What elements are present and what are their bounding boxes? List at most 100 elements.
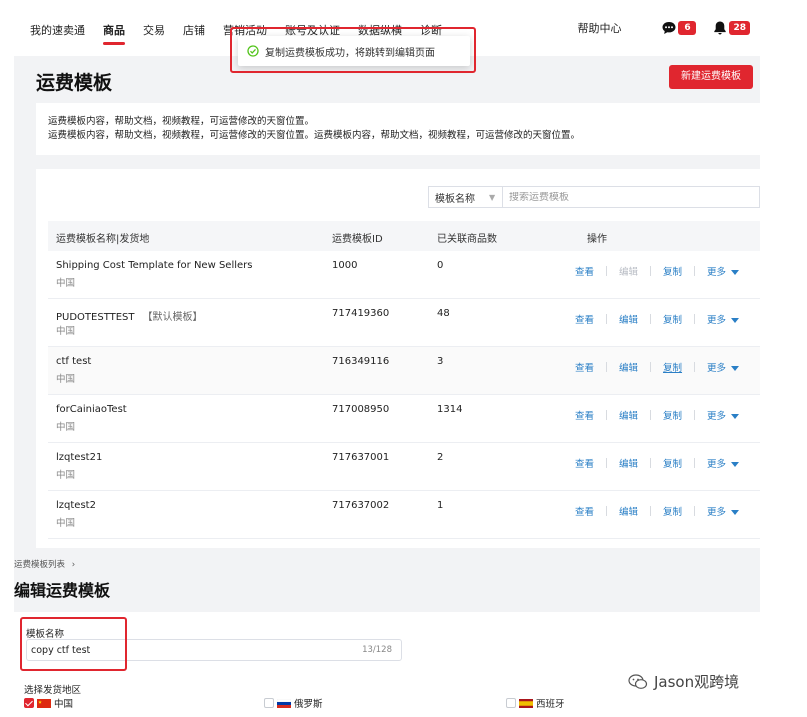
more-actions-button[interactable]: 更多 xyxy=(707,456,740,470)
watermark: Jason观跨境 xyxy=(628,671,739,692)
help-center-link[interactable]: 帮助中心 xyxy=(577,20,621,36)
action-divider xyxy=(606,266,608,276)
template-id: 717419360 xyxy=(332,308,390,319)
chevron-down-icon xyxy=(731,510,740,515)
ship-from-location: 中国 xyxy=(56,518,76,529)
copy-button[interactable]: 复制 xyxy=(663,408,682,422)
template-name: lzqtest21 xyxy=(56,452,103,463)
edit-button[interactable]: 编辑 xyxy=(619,504,638,518)
table-row: forCainiaoTest 中国 717008950 1314 查看 编辑 复… xyxy=(48,395,760,443)
chevron-down-icon xyxy=(731,414,740,419)
action-divider xyxy=(606,362,608,372)
more-actions-button[interactable]: 更多 xyxy=(707,408,740,422)
view-button[interactable]: 查看 xyxy=(575,264,594,278)
more-actions-button[interactable]: 更多 xyxy=(707,504,740,518)
row-actions: 查看 编辑 复制 更多 xyxy=(575,504,740,518)
row-actions: 查看 编辑 复制 更多 xyxy=(575,456,740,470)
edit-button: 编辑 xyxy=(619,267,639,278)
message-count-badge: 6 xyxy=(678,21,697,35)
edit-button[interactable]: 编辑 xyxy=(619,408,638,422)
action-divider xyxy=(606,506,608,516)
notice-line-1: 运费模板内容，帮助文档，视频教程，可运营修改的天窗位置。 xyxy=(48,116,315,127)
nav-item-store[interactable]: 店铺 xyxy=(183,22,205,38)
action-divider xyxy=(650,266,652,276)
highlight-box-template-name xyxy=(20,617,127,671)
edit-page-title: 编辑运费模板 xyxy=(14,581,111,600)
linked-product-count: 48 xyxy=(437,308,450,319)
action-divider xyxy=(606,458,608,468)
chevron-down-icon xyxy=(731,366,740,371)
copy-button[interactable]: 复制 xyxy=(663,456,682,470)
search-filter: 模板名称 ▼ xyxy=(428,186,760,208)
view-button[interactable]: 查看 xyxy=(575,456,594,470)
table-row: Shipping Cost Template for New Sellers 中… xyxy=(48,251,760,299)
new-template-button[interactable]: 新建运费模板 xyxy=(669,65,753,89)
nav-item-my-aliexpress[interactable]: 我的速卖通 xyxy=(30,22,85,38)
template-name: lzqtest2 xyxy=(56,500,96,511)
edit-button[interactable]: 编辑 xyxy=(619,456,638,470)
view-button[interactable]: 查看 xyxy=(575,408,594,422)
column-header-id: 运费模板ID xyxy=(332,234,383,245)
copy-button[interactable]: 复制 xyxy=(663,264,682,278)
edit-button[interactable]: 编辑 xyxy=(619,360,638,374)
region-option-china[interactable]: 中国 xyxy=(24,696,73,710)
template-list-screen: 我的速卖通 商品 交易 店铺 营销活动 账号及认证 数据纵横 诊断 帮助中心 6 xyxy=(14,0,760,548)
template-id: 717637002 xyxy=(332,500,390,511)
action-divider xyxy=(650,362,652,372)
linked-product-count: 1 xyxy=(437,500,444,511)
chevron-down-icon xyxy=(731,318,740,323)
row-actions: 查看 编辑 复制 更多 xyxy=(575,312,740,326)
search-field-select[interactable]: 模板名称 ▼ xyxy=(429,187,503,207)
ship-from-location: 中国 xyxy=(56,374,76,385)
action-divider xyxy=(694,506,696,516)
nav-item-trade[interactable]: 交易 xyxy=(143,22,165,38)
highlight-box-toast xyxy=(230,27,476,73)
bell-icon xyxy=(714,21,727,35)
action-divider xyxy=(650,410,652,420)
more-actions-button[interactable]: 更多 xyxy=(707,312,740,326)
copy-button[interactable]: 复制 xyxy=(663,312,682,326)
table-header: 运费模板名称|发货地 运费模板ID 已关联商品数 操作 xyxy=(48,221,760,251)
checkbox-checked[interactable] xyxy=(24,698,34,708)
watermark-text: Jason观跨境 xyxy=(654,673,740,691)
template-id: 717008950 xyxy=(332,404,390,415)
linked-product-count: 3 xyxy=(437,356,444,367)
template-table-card: 模板名称 ▼ 运费模板名称|发货地 运费模板ID 已关联商品数 操作 Shipp… xyxy=(36,169,760,548)
chevron-down-icon: ▼ xyxy=(489,192,496,202)
copy-button[interactable]: 复制 xyxy=(663,504,682,518)
region-option-spain[interactable]: 西班牙 xyxy=(506,696,565,710)
table-row: ctf test 中国 716349116 3 查看 编辑 复制 更多 xyxy=(48,347,760,395)
more-actions-button[interactable]: 更多 xyxy=(707,360,740,374)
template-name: forCainiaoTest xyxy=(56,404,127,415)
copy-button[interactable]: 复制 xyxy=(663,360,682,374)
view-button[interactable]: 查看 xyxy=(575,504,594,518)
region-name: 西班牙 xyxy=(536,699,565,710)
column-header-actions: 操作 xyxy=(587,234,607,245)
notifications-button[interactable]: 28 xyxy=(712,20,750,36)
linked-product-count: 0 xyxy=(437,260,444,271)
edit-button[interactable]: 编辑 xyxy=(619,312,638,326)
ship-from-location: 中国 xyxy=(56,326,76,337)
breadcrumb-template-list[interactable]: 运费模板列表 xyxy=(14,560,65,570)
view-button[interactable]: 查看 xyxy=(575,360,594,374)
table-row: lzqtest21 中国 717637001 2 查看 编辑 复制 更多 xyxy=(48,443,760,491)
page-title: 运费模板 xyxy=(36,72,113,94)
search-input[interactable] xyxy=(503,191,759,203)
checkbox-unchecked[interactable] xyxy=(506,698,516,708)
table-row: lzqtest2 中国 717637002 1 查看 编辑 复制 更多 xyxy=(48,491,760,539)
nav-item-products[interactable]: 商品 xyxy=(103,22,125,45)
action-divider xyxy=(694,314,696,324)
more-actions-button[interactable]: 更多 xyxy=(707,264,740,278)
notification-count-badge: 28 xyxy=(729,21,750,35)
region-name: 俄罗斯 xyxy=(294,699,323,710)
template-name: ctf test xyxy=(56,356,92,367)
messages-button[interactable]: 6 xyxy=(661,20,697,36)
header-tools: 帮助中心 6 28 xyxy=(577,20,750,36)
checkbox-unchecked[interactable] xyxy=(264,698,274,708)
table-row: PUDOTESTTEST 【默认模板】 中国 717419360 48 查看 编辑… xyxy=(48,299,760,347)
template-id: 1000 xyxy=(332,260,358,271)
region-option-russia[interactable]: 俄罗斯 xyxy=(264,696,323,710)
view-button[interactable]: 查看 xyxy=(575,312,594,326)
region-name: 中国 xyxy=(54,699,74,710)
row-actions: 查看 编辑 复制 更多 xyxy=(575,408,740,422)
